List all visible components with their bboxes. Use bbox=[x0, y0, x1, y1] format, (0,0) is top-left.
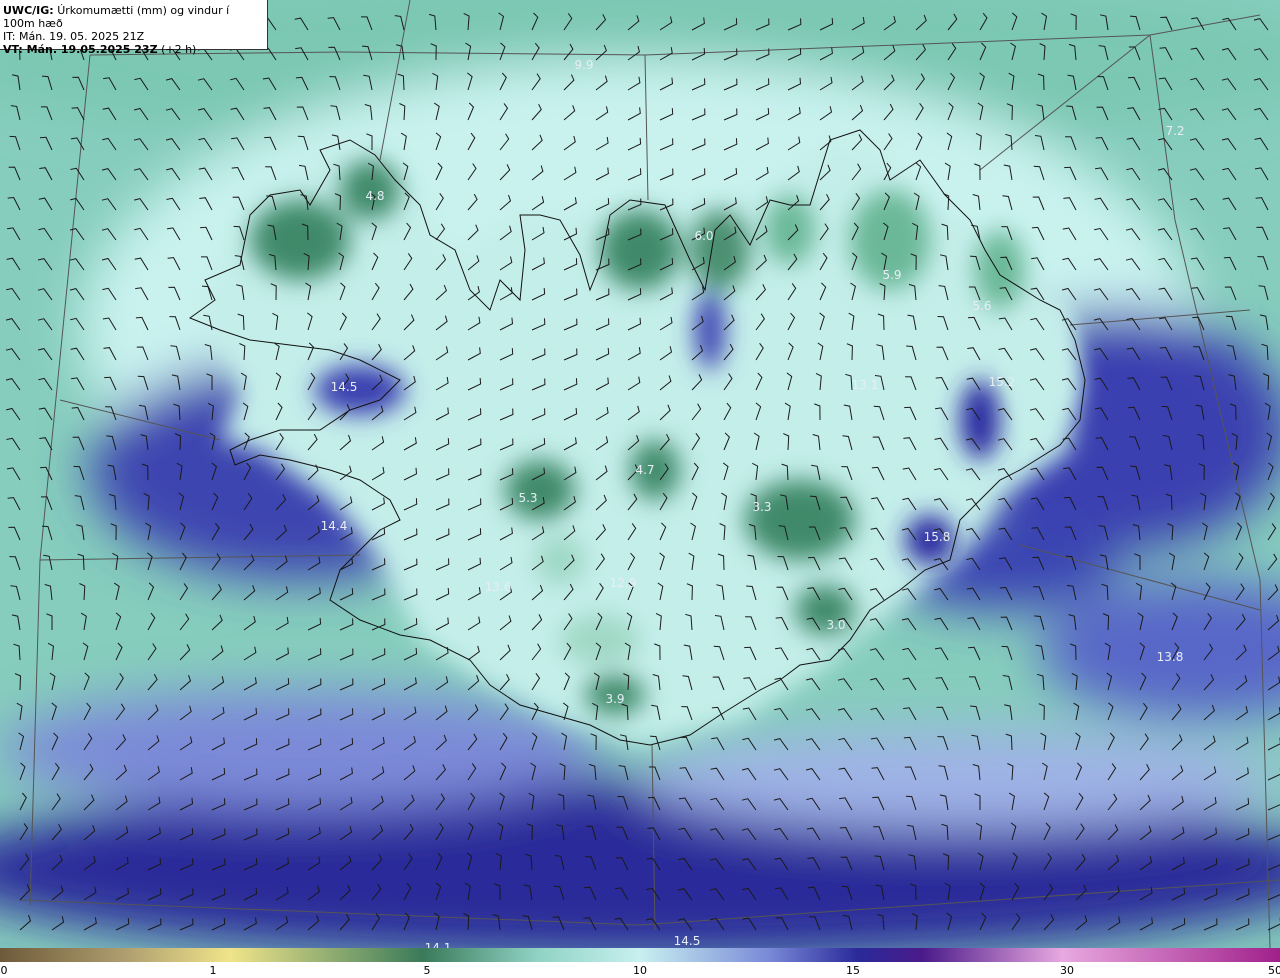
colorbar bbox=[0, 948, 1280, 962]
colorbar-tick-label: 0 bbox=[0, 964, 8, 977]
wind-speed-label: 3.0 bbox=[826, 618, 846, 632]
product-label: UWC/IG: bbox=[3, 4, 54, 17]
valid-time-offset: (+2 h) bbox=[161, 43, 197, 56]
wind-speed-label: 13.6 bbox=[484, 580, 512, 594]
valid-time: VT: Mán. 19.05.2025 23Z bbox=[3, 43, 158, 56]
wind-speed-label: 12.9 bbox=[609, 576, 637, 590]
colorbar-tick-label: 15 bbox=[846, 964, 860, 977]
colorbar-tick-label: 10 bbox=[633, 964, 647, 977]
wind-speed-label: 5.3 bbox=[518, 491, 538, 505]
wind-speed-label: 7.2 bbox=[1165, 124, 1185, 138]
wind-speed-label: 9.9 bbox=[574, 58, 594, 72]
wind-speed-label: 6.0 bbox=[694, 229, 714, 243]
map-legend: UWC/IG: Úrkomumætti (mm) og vindur í 100… bbox=[0, 0, 268, 56]
wind-speed-label: 14.5 bbox=[330, 380, 358, 394]
wind-speed-label: 13.1 bbox=[851, 378, 879, 392]
colorbar-tick-label: 30 bbox=[1060, 964, 1074, 977]
colorbar-tick-label: 1 bbox=[209, 964, 217, 977]
wind-speed-label: 13.8 bbox=[1156, 650, 1184, 664]
wind-speed-label: 3.3 bbox=[752, 500, 772, 514]
wind-speed-label: 14.4 bbox=[320, 519, 348, 533]
wind-speed-label: 15.2 bbox=[988, 375, 1016, 389]
colorbar-gradient bbox=[0, 948, 1280, 962]
wind-speed-label: 4.7 bbox=[635, 463, 655, 477]
colorbar-tick-label: 5 bbox=[423, 964, 431, 977]
colorbar-tick-label: 50 bbox=[1268, 964, 1280, 977]
init-time: IT: Mán. 19. 05. 2025 21Z bbox=[3, 30, 145, 43]
wind-speed-label: 14.5 bbox=[673, 934, 701, 948]
wind-speed-label: 5.9 bbox=[882, 268, 902, 282]
colorbar-ticks: 0 1 5 10 15 30 50 bbox=[0, 962, 1280, 978]
wind-speed-label: 15.8 bbox=[923, 530, 951, 544]
wind-speed-label: 5.6 bbox=[972, 299, 992, 313]
wind-speed-label: 4.8 bbox=[365, 189, 385, 203]
wind-speed-label: 3.9 bbox=[605, 692, 625, 706]
